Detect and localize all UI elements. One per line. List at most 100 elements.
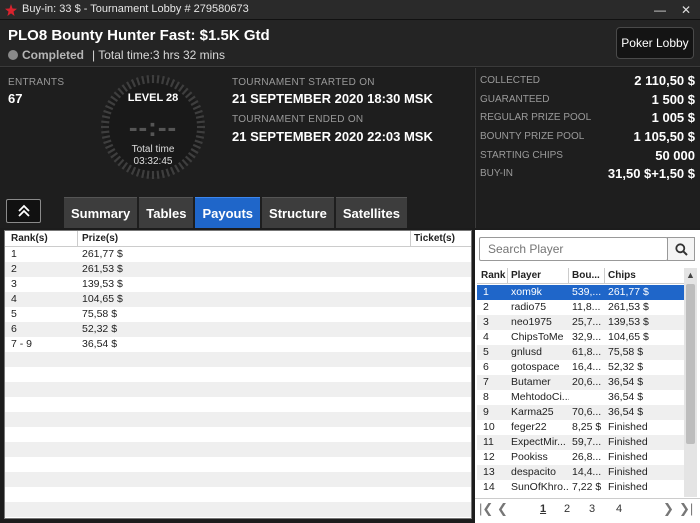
rank-cell: 10 xyxy=(483,421,495,433)
column-header-ranks[interactable]: Rank(s) xyxy=(11,233,48,244)
started-value: 21 SEPTEMBER 2020 18:30 MSK xyxy=(232,91,433,106)
tab-satellites[interactable]: Satellites xyxy=(335,197,407,228)
player-cell: Butamer xyxy=(511,376,551,388)
prize-cell: 261,53 $ xyxy=(82,263,123,275)
list-item[interactable]: 4 ChipsToMe 32,9... 104,65 $ xyxy=(477,330,684,345)
chips-cell: Finished xyxy=(608,436,648,448)
list-item[interactable]: 1 xom9k 539,... 261,77 $ xyxy=(477,285,684,300)
rank-cell: 1 xyxy=(11,248,17,260)
list-item[interactable]: 12 Pookiss 26,8... Finished xyxy=(477,450,684,465)
previous-page-icon[interactable]: ❮ xyxy=(497,501,508,517)
started-label: TOURNAMENT STARTED ON xyxy=(232,77,375,88)
rank-cell: 5 xyxy=(11,308,17,320)
next-page-icon[interactable]: ❯ xyxy=(663,501,674,517)
vertical-scrollbar[interactable]: ▲ xyxy=(684,268,697,497)
column-divider xyxy=(604,268,605,283)
table-row[interactable]: 2 261,53 $ xyxy=(5,262,471,277)
last-page-icon[interactable]: ❯| xyxy=(679,501,693,517)
list-item[interactable]: 14 SunOfKhro... 7,22 $ Finished xyxy=(477,480,684,495)
list-item[interactable]: 11 ExpectMir... 59,7... Finished xyxy=(477,435,684,450)
list-item[interactable]: 6 gotospace 16,4... 52,32 $ xyxy=(477,360,684,375)
list-item[interactable]: 8 MehtodoCi... 36,54 $ xyxy=(477,390,684,405)
column-divider xyxy=(410,231,411,246)
chips-cell: Finished xyxy=(608,481,648,493)
page-2[interactable]: 2 xyxy=(564,503,570,515)
column-header-chips[interactable]: Chips xyxy=(608,270,636,281)
prize-cell: 75,58 $ xyxy=(82,308,118,320)
column-header-player[interactable]: Player xyxy=(511,270,541,281)
stat-regular-prize-pool: REGULAR PRIZE POOL 1 005 $ xyxy=(480,109,697,127)
bounty-cell: 61,8... xyxy=(572,346,602,358)
column-header-prizes[interactable]: Prize(s) xyxy=(82,233,118,244)
table-row[interactable]: 7 - 9 36,54 $ xyxy=(5,337,471,352)
player-cell: ChipsToMe xyxy=(511,331,564,343)
list-item[interactable]: 7 Butamer 20,6... 36,54 $ xyxy=(477,375,684,390)
stat-value: 2 110,50 $ xyxy=(634,73,695,88)
column-header-rank[interactable]: Rank xyxy=(481,270,505,281)
scrollbar-thumb[interactable] xyxy=(686,284,695,444)
table-row[interactable]: 6 52,32 $ xyxy=(5,322,471,337)
page-3[interactable]: 3 xyxy=(589,503,595,515)
stat-label: REGULAR PRIZE POOL xyxy=(480,112,592,123)
search-player-input[interactable] xyxy=(480,238,660,260)
collapse-button[interactable] xyxy=(6,199,41,223)
column-header-bounty[interactable]: Bou... xyxy=(572,270,600,281)
stat-value: 1 105,50 $ xyxy=(633,129,695,144)
level-label: LEVEL 28 xyxy=(127,92,179,104)
bounty-cell: 32,9... xyxy=(572,331,602,343)
rank-cell: 1 xyxy=(483,286,489,298)
player-cell: neo1975 xyxy=(511,316,552,328)
players-table-header: Rank Player Bou... Chips xyxy=(477,268,684,284)
tab-structure[interactable]: Structure xyxy=(262,197,334,228)
list-item[interactable]: 2 radio75 11,8... 261,53 $ xyxy=(477,300,684,315)
clock-tick xyxy=(156,170,160,179)
rank-cell: 3 xyxy=(11,278,17,290)
close-icon[interactable]: ✕ xyxy=(678,2,694,18)
tab-payouts[interactable]: Payouts xyxy=(195,197,261,228)
entrants-label: ENTRANTS xyxy=(8,77,65,88)
list-item[interactable]: 3 neo1975 25,7... 139,53 $ xyxy=(477,315,684,330)
prize-cell: 104,65 $ xyxy=(82,293,123,305)
bounty-cell: 8,25 $ xyxy=(572,421,602,433)
chips-cell: 52,32 $ xyxy=(608,361,644,373)
clock-tick xyxy=(146,170,150,179)
list-item[interactable]: 5 gnlusd 61,8... 75,58 $ xyxy=(477,345,684,360)
table-row[interactable]: 5 75,58 $ xyxy=(5,307,471,322)
prize-cell: 261,77 $ xyxy=(82,248,123,260)
rank-cell: 7 - 9 xyxy=(11,338,33,350)
column-divider xyxy=(507,268,508,283)
table-row[interactable]: 3 139,53 $ xyxy=(5,277,471,292)
search-button[interactable] xyxy=(667,237,695,261)
tab-tables[interactable]: Tables xyxy=(139,197,194,228)
table-row[interactable]: 1 261,77 $ xyxy=(5,247,471,262)
page-4[interactable]: 4 xyxy=(616,503,622,515)
bounty-cell: 14,4... xyxy=(572,466,602,478)
stat-buy-in: BUY-IN 31,50 $+1,50 $ xyxy=(480,165,697,183)
clock-tick xyxy=(146,75,150,84)
first-page-icon[interactable]: |❮ xyxy=(479,501,493,517)
minimize-icon[interactable]: — xyxy=(652,2,668,18)
list-item[interactable]: 13 despacito 14,4... Finished xyxy=(477,465,684,480)
rank-cell: 6 xyxy=(11,323,17,335)
chips-cell: Finished xyxy=(608,421,648,433)
list-item[interactable]: 10 feger22 8,25 $ Finished xyxy=(477,420,684,435)
scroll-up-icon[interactable]: ▲ xyxy=(686,270,695,280)
page-1[interactable]: 1 xyxy=(540,503,546,515)
payouts-table-header: Rank(s) Prize(s) Ticket(s) xyxy=(5,231,471,247)
tournament-name: PLO8 Bounty Hunter Fast: $1.5K Gtd xyxy=(8,27,270,44)
poker-lobby-button[interactable]: Poker Lobby xyxy=(616,27,694,59)
stat-label: BUY-IN xyxy=(480,168,513,179)
rank-cell: 14 xyxy=(483,481,495,493)
player-cell: xom9k xyxy=(511,286,542,298)
stat-label: BOUNTY PRIZE POOL xyxy=(480,131,585,142)
list-item[interactable]: 9 Karma25 70,6... 36,54 $ xyxy=(477,405,684,420)
column-header-tickets[interactable]: Ticket(s) xyxy=(414,233,455,244)
bounty-cell: 70,6... xyxy=(572,406,602,418)
tab-summary[interactable]: Summary xyxy=(64,197,138,228)
chips-cell: 104,65 $ xyxy=(608,331,649,343)
table-row[interactable]: 4 104,65 $ xyxy=(5,292,471,307)
window-title-bar: Buy-in: 33 $ - Tournament Lobby # 279580… xyxy=(0,0,700,20)
player-cell: SunOfKhro... xyxy=(511,481,569,493)
clock-total-time-value: 03:32:45 xyxy=(133,156,173,167)
player-cell: radio75 xyxy=(511,301,547,313)
